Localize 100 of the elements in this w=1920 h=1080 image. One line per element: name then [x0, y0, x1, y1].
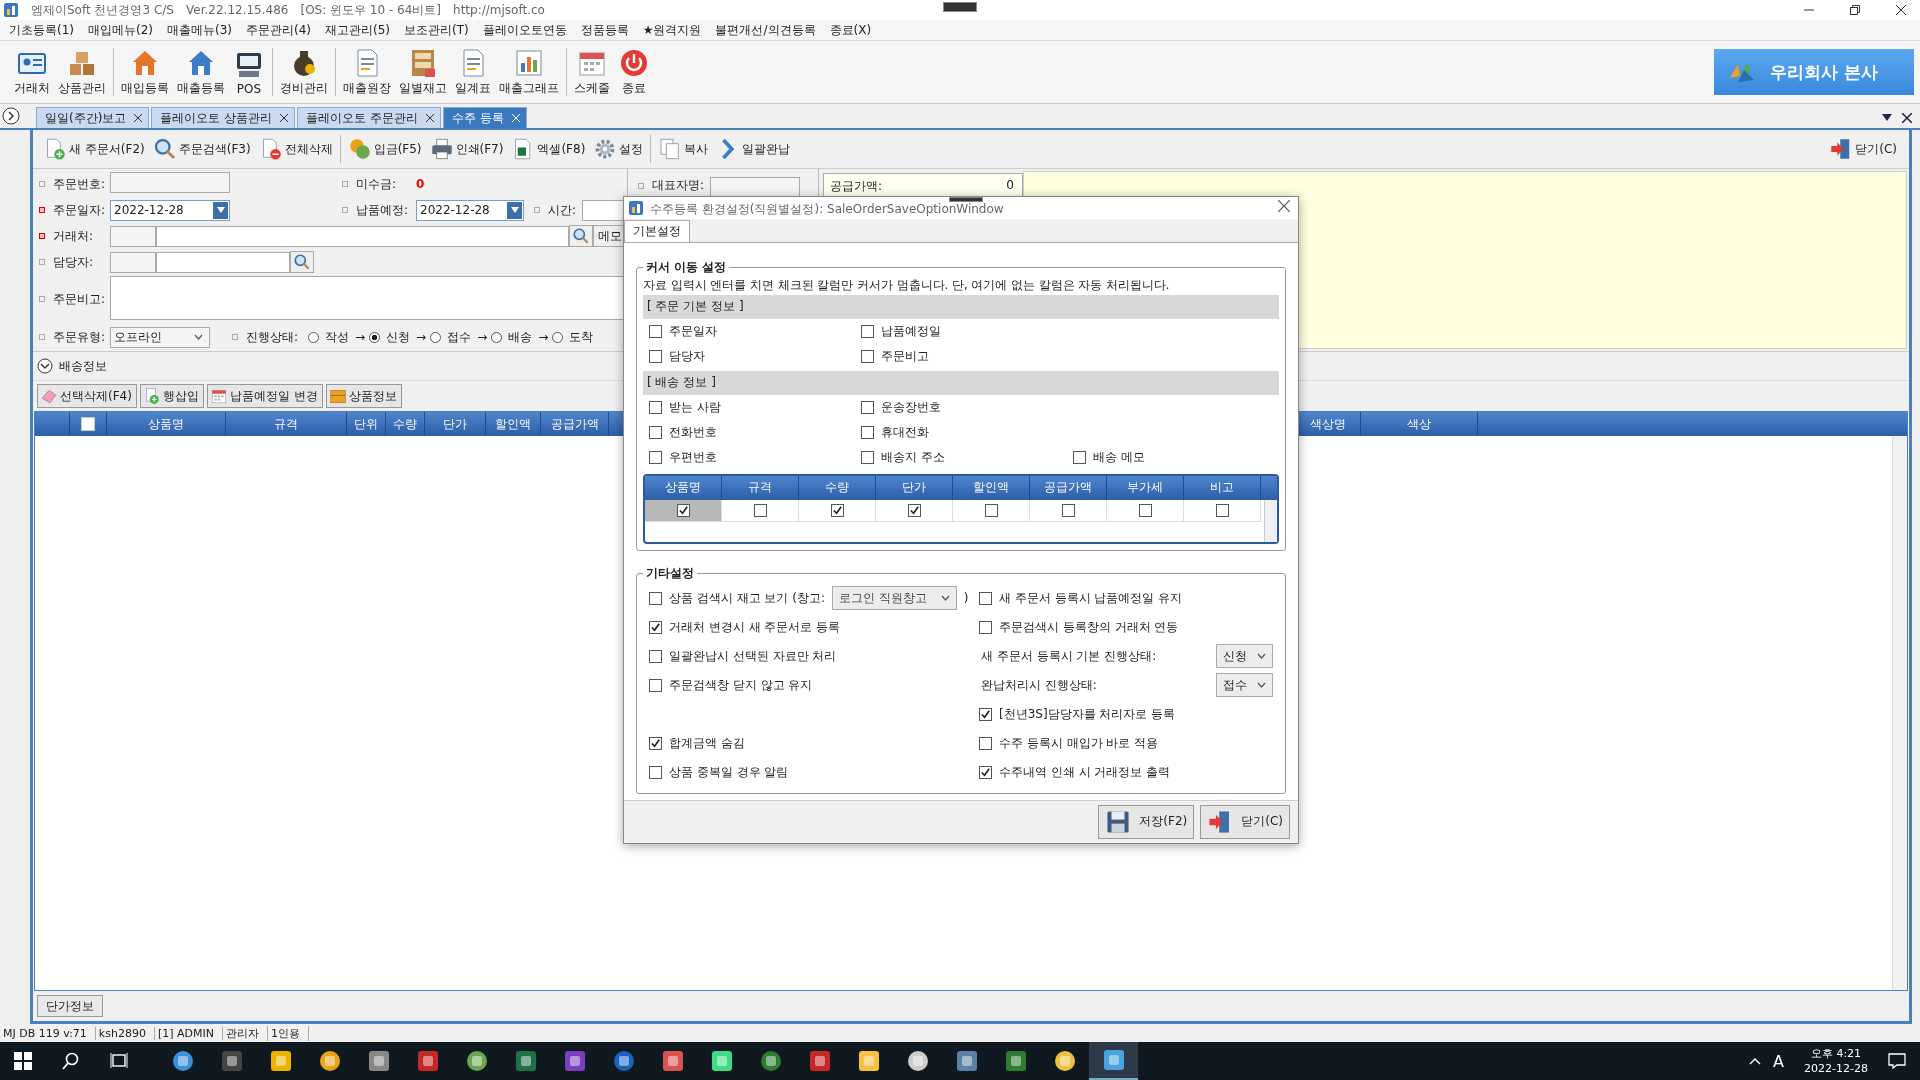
toolbar-button[interactable]: 종료 — [614, 47, 654, 97]
radio-button[interactable] — [552, 331, 564, 343]
toolbar-button[interactable]: 스케줄 — [570, 47, 614, 97]
expand-icon[interactable] — [37, 358, 53, 374]
input-method-indicator[interactable]: A — [1773, 1051, 1785, 1071]
restore-icon[interactable] — [1850, 5, 1860, 15]
toolbar-button[interactable]: 매출원장 — [339, 47, 395, 97]
checkbox[interactable] — [979, 736, 992, 750]
search-button[interactable] — [290, 251, 314, 273]
close-button[interactable]: 닫기(C) — [1200, 804, 1290, 839]
toolbar-button[interactable]: 엑셀(F8) — [507, 137, 590, 161]
toolbar-button[interactable]: 선택삭제(F4) — [37, 384, 137, 408]
menu-item[interactable]: 불편개선/의견등록 — [708, 21, 823, 39]
app-icon[interactable] — [1003, 1049, 1028, 1073]
close-icon[interactable] — [1902, 113, 1912, 123]
menu-item[interactable]: 플레이오토연동 — [475, 21, 574, 39]
checkbox[interactable] — [979, 707, 992, 721]
table-cell[interactable] — [645, 499, 722, 522]
input-field[interactable] — [110, 225, 156, 247]
caret-icon[interactable] — [1882, 114, 1892, 122]
checkbox[interactable] — [649, 400, 662, 414]
toolbar-button[interactable]: 주문검색(F3) — [148, 137, 255, 161]
close-icon[interactable] — [426, 114, 435, 122]
status-dropdown[interactable]: 신청 — [1216, 644, 1273, 669]
chevron-up-icon[interactable] — [1749, 1057, 1762, 1065]
input-field[interactable] — [110, 172, 230, 193]
checkbox[interactable] — [984, 503, 998, 517]
menu-item[interactable]: 재고관리(5) — [318, 21, 397, 39]
checkbox[interactable] — [676, 503, 690, 517]
checkbox[interactable] — [861, 349, 874, 363]
toolbar-button[interactable]: 행삽입 — [139, 384, 204, 408]
checkbox[interactable] — [979, 765, 992, 779]
toolbar-button[interactable]: 거래처 — [10, 47, 54, 97]
task-view-icon[interactable] — [110, 1052, 128, 1070]
toolbar-button[interactable]: 경비관리 — [276, 47, 332, 97]
checkbox[interactable] — [649, 324, 662, 338]
scrollbar[interactable] — [1892, 436, 1907, 990]
document-tab[interactable]: 수주 등록 — [443, 107, 527, 128]
settings-tab[interactable]: 기본설정 — [624, 219, 690, 242]
app-icon[interactable] — [709, 1049, 734, 1073]
table-cell[interactable] — [876, 499, 953, 522]
table-cell[interactable] — [1184, 499, 1261, 522]
app-icon[interactable] — [415, 1049, 440, 1073]
menu-item[interactable]: 기초등록(1) — [2, 21, 81, 39]
checkbox[interactable] — [1138, 503, 1152, 517]
close-icon[interactable] — [280, 114, 289, 122]
order-type-dropdown[interactable]: 오프라인 — [110, 326, 210, 348]
app-icon[interactable] — [807, 1049, 832, 1073]
menu-item[interactable]: 보조관리(T) — [397, 21, 476, 39]
menu-item[interactable]: 정품등록 — [573, 21, 636, 39]
checkbox[interactable] — [753, 503, 767, 517]
toolbar-button[interactable]: 일별재고 — [395, 47, 451, 97]
app-icon[interactable] — [660, 1049, 685, 1073]
checkbox[interactable] — [979, 591, 992, 605]
notification-icon[interactable] — [1888, 1053, 1906, 1069]
input-field[interactable] — [110, 251, 156, 273]
expand-icon[interactable] — [2, 107, 20, 125]
toolbar-button[interactable]: 복사 — [654, 137, 713, 161]
checkbox[interactable] — [1061, 503, 1075, 517]
checkbox[interactable] — [649, 765, 662, 779]
toolbar-button[interactable]: 인쇄(F7) — [425, 137, 508, 161]
clock-time[interactable]: 오후 4:21 — [1810, 1046, 1862, 1061]
app-icon[interactable] — [856, 1049, 881, 1073]
toolbar-button[interactable]: 매출그래프 — [495, 47, 563, 97]
toolbar-button[interactable]: 상품관리 — [54, 47, 110, 97]
price-info-button[interactable]: 단가정보 — [37, 995, 103, 1017]
document-tab[interactable]: 플레이오토 주문관리 — [297, 107, 442, 128]
checkbox[interactable] — [1215, 503, 1229, 517]
dropdown-button[interactable] — [213, 201, 228, 219]
input-field[interactable] — [710, 177, 801, 198]
app-icon[interactable] — [513, 1049, 538, 1073]
checkbox[interactable] — [1073, 450, 1086, 464]
checkbox[interactable] — [649, 678, 662, 692]
checkbox[interactable] — [861, 425, 874, 439]
radio-button[interactable] — [491, 331, 503, 343]
menu-item[interactable]: ★원격지원 — [635, 21, 709, 39]
start-icon[interactable] — [14, 1052, 32, 1070]
menu-item[interactable]: 매입메뉴(2) — [81, 21, 160, 39]
table-cell[interactable] — [1107, 499, 1184, 522]
checkbox[interactable] — [649, 620, 662, 634]
menu-item[interactable]: 매출메뉴(3) — [160, 21, 239, 39]
scrollbar[interactable] — [1264, 499, 1277, 542]
input-field[interactable] — [156, 225, 569, 247]
save-button[interactable]: 저장(F2) — [1098, 804, 1195, 839]
table-cell[interactable] — [799, 499, 876, 522]
toolbar-button[interactable]: 전체삭제 — [254, 137, 337, 161]
toolbar-button[interactable]: 입금(F5) — [343, 137, 426, 161]
checkbox[interactable] — [649, 649, 662, 663]
checkbox[interactable] — [861, 400, 874, 414]
app-icon[interactable] — [219, 1049, 244, 1073]
app-icon[interactable] — [954, 1049, 979, 1073]
date-field[interactable]: 2022-12-28 — [416, 199, 524, 221]
date-field[interactable]: 2022-12-28 — [110, 199, 230, 221]
checkbox[interactable] — [979, 620, 992, 634]
warehouse-dropdown[interactable]: 로그인 직원창고 — [832, 586, 957, 611]
search-button[interactable] — [569, 225, 593, 247]
toolbar-button[interactable]: 상품정보 — [325, 384, 402, 408]
app-icon[interactable] — [366, 1049, 391, 1073]
table-cell[interactable] — [722, 499, 799, 522]
checkbox[interactable] — [861, 324, 874, 338]
